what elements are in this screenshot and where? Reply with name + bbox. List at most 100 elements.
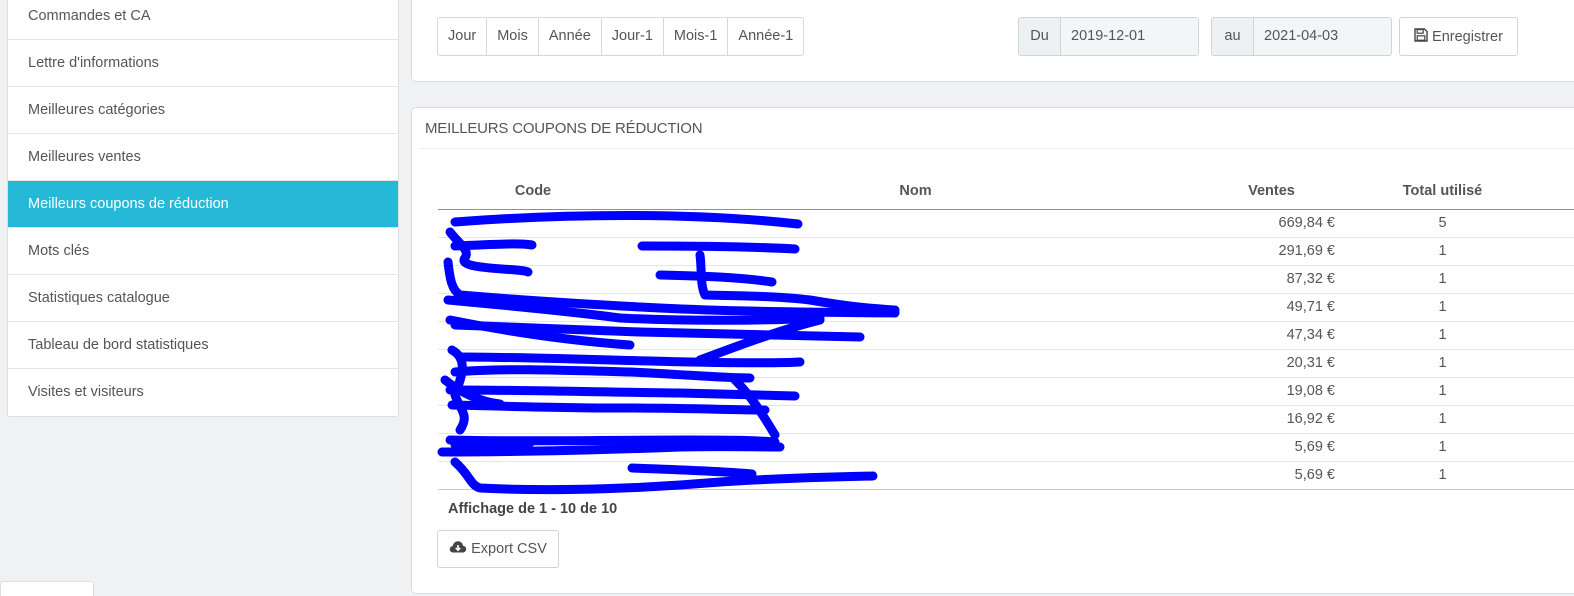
cell-total-utilise: 1: [1340, 377, 1545, 406]
cell-spacer: [1545, 405, 1574, 434]
cell-total-utilise: 1: [1340, 433, 1545, 462]
cell-ventes: 49,71 €: [1203, 293, 1340, 322]
period-button-mois[interactable]: Mois: [487, 18, 539, 55]
period-button-jour[interactable]: Jour: [438, 18, 488, 55]
table-row: 49,71 €1: [438, 293, 1574, 322]
table-row: 5,69 €1: [438, 461, 1574, 490]
cell-ventes: 20,31 €: [1203, 349, 1340, 378]
cell-ventes: 291,69 €: [1203, 237, 1340, 266]
cell-nom: [628, 321, 1203, 350]
period-button-group: Jour Mois Année Jour-1 Mois-1 Année-1: [437, 17, 805, 56]
sidebar-item-meilleures-categories[interactable]: Meilleures catégories: [8, 87, 398, 134]
date-from-label: Du: [1019, 18, 1061, 55]
cell-code: [438, 461, 628, 490]
cell-ventes: 19,08 €: [1203, 377, 1340, 406]
sidebar-item-meilleurs-coupons[interactable]: Meilleurs coupons de réduction: [8, 181, 398, 228]
sidebar-item-meilleures-ventes[interactable]: Meilleures ventes: [8, 134, 398, 181]
table-row: 669,84 €5: [438, 209, 1574, 238]
cell-total-utilise: 1: [1340, 405, 1545, 434]
period-button-annee-1[interactable]: Année-1: [728, 18, 803, 55]
cell-code: [438, 377, 628, 406]
column-header-code[interactable]: Code: [438, 173, 628, 210]
date-to-group: au 2021-04-03: [1211, 17, 1392, 56]
coupons-panel: MEILLEURS COUPONS DE RÉDUCTION Code Nom …: [411, 107, 1574, 594]
bottom-panel-stub: [0, 581, 94, 596]
column-header-spacer: [1545, 173, 1574, 210]
cell-nom: [628, 349, 1203, 378]
sidebar-item-tableau-de-bord[interactable]: Tableau de bord statistiques: [8, 322, 398, 369]
cell-spacer: [1545, 265, 1574, 294]
cell-spacer: [1545, 433, 1574, 462]
date-to-label: au: [1212, 18, 1254, 55]
date-to-input[interactable]: 2021-04-03: [1254, 18, 1391, 55]
date-range-toolbar: Jour Mois Année Jour-1 Mois-1 Année-1 Du…: [411, 0, 1574, 82]
cell-code: [438, 209, 628, 238]
cell-spacer: [1545, 377, 1574, 406]
cell-spacer: [1545, 209, 1574, 238]
cell-nom: [628, 293, 1203, 322]
column-header-nom[interactable]: Nom: [628, 173, 1203, 210]
cell-spacer: [1545, 461, 1574, 490]
cell-total-utilise: 1: [1340, 293, 1545, 322]
cell-code: [438, 265, 628, 294]
period-button-annee[interactable]: Année: [539, 18, 602, 55]
cell-spacer: [1545, 293, 1574, 322]
export-csv-button[interactable]: Export CSV: [437, 530, 559, 568]
panel-title: MEILLEURS COUPONS DE RÉDUCTION: [425, 120, 703, 137]
cell-code: [438, 349, 628, 378]
cell-ventes: 87,32 €: [1203, 265, 1340, 294]
column-header-total-utilise[interactable]: Total utilisé: [1340, 173, 1545, 210]
cell-code: [438, 237, 628, 266]
cell-nom: [628, 209, 1203, 238]
table-row: 5,69 €1: [438, 433, 1574, 462]
cell-ventes: 669,84 €: [1203, 209, 1340, 238]
period-button-jour-1[interactable]: Jour-1: [602, 18, 664, 55]
cell-total-utilise: 1: [1340, 237, 1545, 266]
table-row: 16,92 €1: [438, 405, 1574, 434]
sidebar-item-statistiques-catalogue[interactable]: Statistiques catalogue: [8, 275, 398, 322]
floppy-disk-icon: [1414, 27, 1428, 46]
table-header-row: Code Nom Ventes Total utilisé: [438, 173, 1574, 210]
cell-ventes: 5,69 €: [1203, 461, 1340, 490]
column-header-ventes[interactable]: Ventes: [1203, 173, 1340, 210]
cell-spacer: [1545, 321, 1574, 350]
export-csv-label: Export CSV: [471, 541, 547, 557]
pagination-summary: Affichage de 1 - 10 de 10: [448, 501, 618, 517]
date-from-group: Du 2019-12-01: [1018, 17, 1199, 56]
table-row: 291,69 €1: [438, 237, 1574, 266]
sidebar-item-visites-visiteurs[interactable]: Visites et visiteurs: [8, 369, 398, 416]
table-row: 20,31 €1: [438, 349, 1574, 378]
panel-heading-divider: [418, 148, 1574, 149]
cell-nom: [628, 237, 1203, 266]
cell-ventes: 5,69 €: [1203, 433, 1340, 462]
cell-total-utilise: 1: [1340, 461, 1545, 490]
table-row: 87,32 €1: [438, 265, 1574, 294]
cell-nom: [628, 377, 1203, 406]
cell-code: [438, 293, 628, 322]
table-row: 47,34 €1: [438, 321, 1574, 350]
coupons-table: Code Nom Ventes Total utilisé 669,84 €5 2…: [438, 173, 1574, 490]
cell-ventes: 16,92 €: [1203, 405, 1340, 434]
cell-total-utilise: 1: [1340, 349, 1545, 378]
date-from-input[interactable]: 2019-12-01: [1061, 18, 1198, 55]
save-button-label: Enregistrer: [1432, 28, 1503, 45]
cell-nom: [628, 405, 1203, 434]
table-row: 19,08 €1: [438, 377, 1574, 406]
stats-sidebar: Commandes et CA Lettre d'informations Me…: [7, 0, 399, 417]
cell-code: [438, 433, 628, 462]
cell-spacer: [1545, 349, 1574, 378]
cloud-download-icon: [449, 540, 467, 558]
sidebar-item-mots-cles[interactable]: Mots clés: [8, 228, 398, 275]
cell-code: [438, 321, 628, 350]
cell-nom: [628, 461, 1203, 490]
cell-total-utilise: 5: [1340, 209, 1545, 238]
cell-ventes: 47,34 €: [1203, 321, 1340, 350]
cell-code: [438, 405, 628, 434]
sidebar-item-lettre-informations[interactable]: Lettre d'informations: [8, 40, 398, 87]
period-button-mois-1[interactable]: Mois-1: [664, 18, 729, 55]
cell-total-utilise: 1: [1340, 265, 1545, 294]
cell-nom: [628, 433, 1203, 462]
cell-spacer: [1545, 237, 1574, 266]
save-button[interactable]: Enregistrer: [1399, 17, 1518, 56]
sidebar-item-commandes-ca[interactable]: Commandes et CA: [8, 0, 398, 40]
